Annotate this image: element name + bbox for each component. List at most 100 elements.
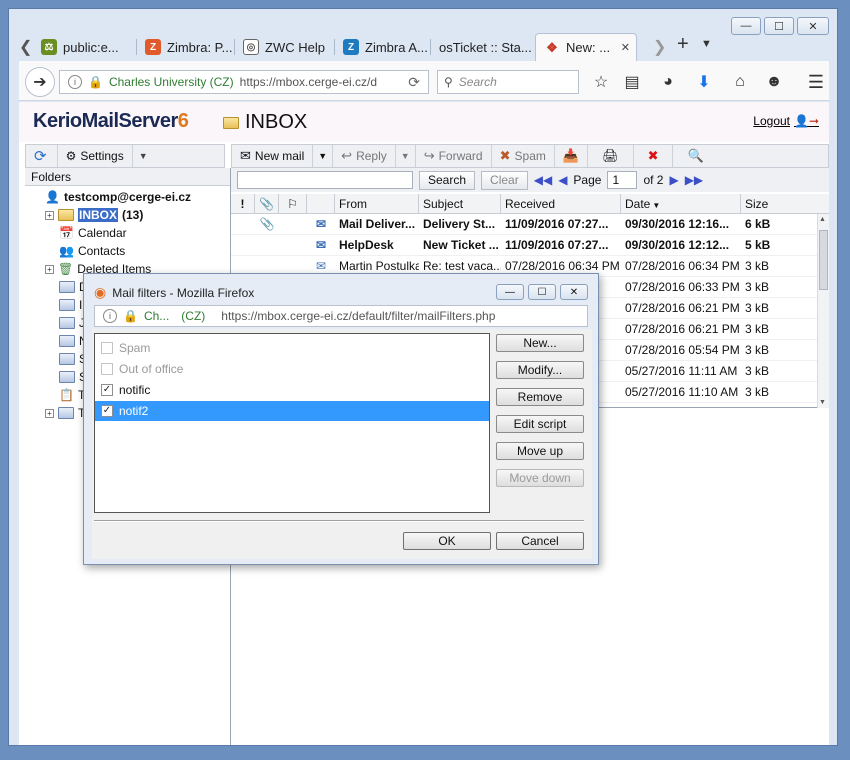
info-icon[interactable]: i bbox=[103, 309, 117, 323]
new-filter-button[interactable]: New... bbox=[496, 334, 584, 352]
filter-row-notific[interactable]: ✓ notific bbox=[97, 380, 487, 400]
received-column-header[interactable]: Received bbox=[501, 194, 621, 214]
lock-icon: 🔒 bbox=[88, 75, 103, 89]
filter-row-notif2[interactable]: ✓ notif2 bbox=[95, 401, 489, 421]
refresh-icon[interactable]: ⟳ bbox=[34, 147, 47, 165]
close-tab-icon[interactable]: ✕ bbox=[621, 41, 630, 54]
smiley-icon[interactable]: ☻ bbox=[763, 71, 785, 93]
home-icon[interactable]: ⌂ bbox=[729, 71, 751, 93]
url-bar[interactable]: i 🔒 Charles University (CZ) https://mbox… bbox=[59, 70, 429, 94]
logout-link[interactable]: Logout 👤➞ bbox=[753, 114, 819, 128]
scroll-down-icon[interactable]: ▼ bbox=[819, 399, 826, 406]
cancel-button[interactable]: Cancel bbox=[496, 532, 584, 550]
mail-row[interactable]: ✉ HelpDesk New Ticket ... 11/09/2016 07:27.… bbox=[231, 235, 817, 256]
priority-column-header[interactable]: ! bbox=[231, 194, 255, 214]
last-page-icon[interactable]: ▶▶ bbox=[685, 173, 703, 187]
bookmark-star-icon[interactable]: ☆ bbox=[590, 71, 612, 93]
mail-search-input[interactable] bbox=[237, 171, 413, 189]
dialog-close-button[interactable]: ✕ bbox=[560, 284, 588, 300]
filter-checkbox-checked[interactable]: ✓ bbox=[101, 384, 113, 396]
move-up-button[interactable]: Move up bbox=[496, 442, 584, 460]
tab-scroll-right-icon[interactable]: ❯ bbox=[653, 37, 666, 57]
info-icon[interactable]: i bbox=[68, 75, 82, 89]
download-arrow-icon[interactable]: ⬇ bbox=[693, 71, 715, 93]
subject-column-header[interactable]: Subject bbox=[419, 194, 501, 214]
reply-dropdown-chevron-down-icon[interactable]: ▼ bbox=[396, 145, 416, 167]
browser-tab[interactable]: ◎ ZWC Help bbox=[235, 33, 335, 61]
flag-column-header[interactable]: ⚐ bbox=[279, 194, 307, 214]
from-column-header[interactable]: From bbox=[335, 194, 419, 214]
new-mail-button[interactable]: ✉ New mail bbox=[232, 145, 314, 167]
folder-contacts[interactable]: 👥 Contacts bbox=[59, 242, 125, 260]
spam-button[interactable]: ✖ Spam bbox=[492, 145, 555, 167]
print-button[interactable]: 🖨 bbox=[588, 145, 634, 167]
expand-plus-icon[interactable]: + bbox=[45, 264, 54, 274]
search-mail-button[interactable]: 🔍 bbox=[673, 145, 717, 167]
mail-size-cell: 3 kB bbox=[745, 280, 770, 294]
page-number-input[interactable]: 1 bbox=[607, 171, 638, 189]
search-button[interactable]: Search bbox=[419, 170, 476, 190]
expand-plus-icon[interactable]: + bbox=[45, 210, 54, 220]
new-tab-plus-icon[interactable]: + bbox=[677, 33, 689, 56]
folders-header: Folders bbox=[25, 168, 230, 186]
forward-button[interactable]: ↪ Forward bbox=[416, 145, 492, 167]
new-mail-dropdown-chevron-down-icon[interactable]: ▼ bbox=[313, 145, 334, 167]
envelope-icon: ✉ bbox=[315, 217, 327, 231]
size-column-header[interactable]: Size bbox=[741, 194, 821, 214]
first-page-icon[interactable]: ◀◀ bbox=[534, 173, 552, 187]
next-page-icon[interactable]: ▶ bbox=[669, 173, 678, 187]
filter-list[interactable]: Spam Out of office ✓ notific ✓ notif2 bbox=[94, 333, 490, 513]
edit-script-button[interactable]: Edit script bbox=[496, 415, 584, 433]
mail-list-scrollbar[interactable]: ▲ ▼ bbox=[817, 214, 829, 408]
folder-inbox[interactable]: + INBOX (13) bbox=[45, 206, 143, 224]
ok-button[interactable]: OK bbox=[403, 532, 491, 550]
mail-row[interactable]: 📎 ✉ Mail Deliver... Delivery St... 11/09/201… bbox=[231, 214, 817, 235]
reload-icon[interactable]: ⟳ bbox=[408, 74, 420, 91]
reply-button[interactable]: ↩ Reply bbox=[333, 145, 396, 167]
browser-tab[interactable]: Z Zimbra: P... bbox=[137, 33, 235, 61]
move-to-folder-button[interactable]: 📥 bbox=[555, 145, 589, 167]
mail-from-cell: Mail Deliver... bbox=[339, 217, 416, 231]
settings-dropdown-chevron-down-icon[interactable]: ▼ bbox=[133, 151, 154, 161]
browser-tab[interactable]: osTicket :: Sta... bbox=[431, 33, 535, 61]
scroll-up-icon[interactable]: ▲ bbox=[819, 216, 826, 223]
filter-row-spam[interactable]: Spam bbox=[97, 338, 487, 358]
dialog-maximize-button[interactable]: ☐ bbox=[528, 284, 556, 300]
dialog-minimize-button[interactable]: — bbox=[496, 284, 524, 300]
hamburger-menu-icon[interactable]: ☰ bbox=[805, 71, 827, 93]
firefox-icon: ◉ bbox=[94, 284, 107, 300]
move-down-button[interactable]: Move down bbox=[496, 469, 584, 487]
tab-scroll-left-icon[interactable]: ❮ bbox=[19, 37, 32, 57]
scrollbar-thumb[interactable] bbox=[819, 230, 828, 290]
modify-filter-button[interactable]: Modify... bbox=[496, 361, 584, 379]
back-arrow-icon[interactable]: ➔ bbox=[25, 67, 55, 97]
pocket-icon[interactable]: ◕ bbox=[657, 71, 679, 93]
filter-checkbox[interactable] bbox=[101, 363, 113, 375]
url-text[interactable]: https://mbox.cerge-ei.cz/d bbox=[240, 75, 377, 89]
date-column-header[interactable]: Date ▼ bbox=[621, 194, 741, 214]
delete-button[interactable]: ✖ bbox=[634, 145, 674, 167]
browser-tab[interactable]: ⚖ public:e... bbox=[33, 33, 137, 61]
status-column-header[interactable] bbox=[307, 194, 335, 214]
reader-list-icon[interactable]: ▤ bbox=[621, 71, 643, 93]
folder-calendar[interactable]: 📅 Calendar bbox=[59, 224, 127, 242]
attachment-column-header[interactable]: 📎 bbox=[255, 194, 279, 214]
previous-page-icon[interactable]: ◀ bbox=[558, 173, 567, 187]
envelope-icon: ✉ bbox=[315, 238, 327, 252]
browser-tab[interactable]: Z Zimbra A... bbox=[335, 33, 431, 61]
remove-filter-button[interactable]: Remove bbox=[496, 388, 584, 406]
mail-list-header: ! 📎 ⚐ From Subject Received Date ▼ Size bbox=[231, 194, 829, 214]
expand-plus-icon[interactable]: + bbox=[45, 408, 54, 418]
clear-button[interactable]: Clear bbox=[481, 170, 528, 190]
tab-title: Zimbra A... bbox=[365, 39, 428, 55]
filter-checkbox[interactable] bbox=[101, 342, 113, 354]
filter-checkbox-checked[interactable]: ✓ bbox=[101, 405, 113, 417]
browser-tab-active[interactable]: ❖ New: ... ✕ bbox=[535, 33, 637, 61]
settings-button[interactable]: ⚙ Settings bbox=[56, 145, 133, 167]
search-box[interactable]: ⚲ Search bbox=[437, 70, 579, 94]
tab-list-chevron-down-icon[interactable]: ▼ bbox=[701, 38, 712, 50]
filter-row-out-of-office[interactable]: Out of office bbox=[97, 359, 487, 379]
magnifier-icon: 🔍 bbox=[687, 148, 704, 163]
mail-size-cell: 6 kB bbox=[745, 217, 771, 231]
account-node[interactable]: 👤 testcomp@cerge-ei.cz bbox=[45, 188, 191, 206]
